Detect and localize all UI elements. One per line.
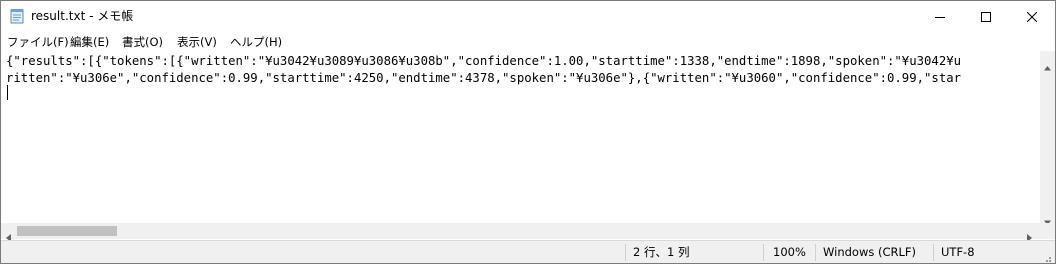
encoding: UTF-8 [941, 245, 975, 259]
text-caret [7, 85, 8, 100]
maximize-button[interactable] [963, 1, 1009, 32]
maximize-icon [981, 11, 991, 22]
cursor-position: 2 行、1 列 [633, 245, 690, 259]
title-bar[interactable]: result.txt - メモ帳 [1, 1, 1055, 32]
status-divider [625, 244, 626, 261]
status-bar: 2 行、1 列 100% Windows (CRLF) UTF-8 [1, 240, 1055, 263]
status-divider [933, 244, 934, 261]
menu-help[interactable]: ヘルプ(H) [230, 33, 282, 51]
horizontal-scrollbar[interactable] [1, 223, 1040, 242]
menu-bar: ファイル(F) 編集(E) 書式(O) 表示(V) ヘルプ(H) [1, 32, 1055, 51]
text-line: {"results":[{"tokens":[{"written":"¥u304… [6, 54, 962, 68]
minimize-button[interactable] [917, 1, 963, 32]
line-ending: Windows (CRLF) [823, 245, 917, 259]
scrollbar-corner [1040, 223, 1055, 239]
status-divider [815, 244, 816, 261]
scroll-up-arrow-icon[interactable] [1044, 56, 1051, 75]
close-icon [1027, 11, 1037, 22]
notepad-window: result.txt - メモ帳 ファイル(F) 編集(E) 書式(O) 表示(… [0, 0, 1056, 264]
menu-edit[interactable]: 編集(E) [70, 33, 109, 51]
text-editor[interactable]: {"results":[{"tokens":[{"written":"¥u304… [1, 51, 1040, 223]
menu-format[interactable]: 書式(O) [122, 33, 163, 51]
zoom-level: 100% [773, 245, 806, 259]
menu-file[interactable]: ファイル(F) [7, 33, 69, 51]
menu-view[interactable]: 表示(V) [177, 33, 217, 51]
resize-grip-icon[interactable] [1041, 251, 1052, 263]
vertical-scrollbar[interactable] [1040, 51, 1055, 225]
window-title: result.txt - メモ帳 [31, 9, 134, 23]
notepad-icon [10, 8, 24, 24]
status-divider [763, 244, 764, 261]
minimize-icon [935, 12, 945, 22]
horizontal-scroll-thumb[interactable] [17, 226, 117, 236]
text-line: ritten":"¥u306e","confidence":0.99,"star… [6, 71, 962, 85]
close-button[interactable] [1009, 1, 1055, 32]
